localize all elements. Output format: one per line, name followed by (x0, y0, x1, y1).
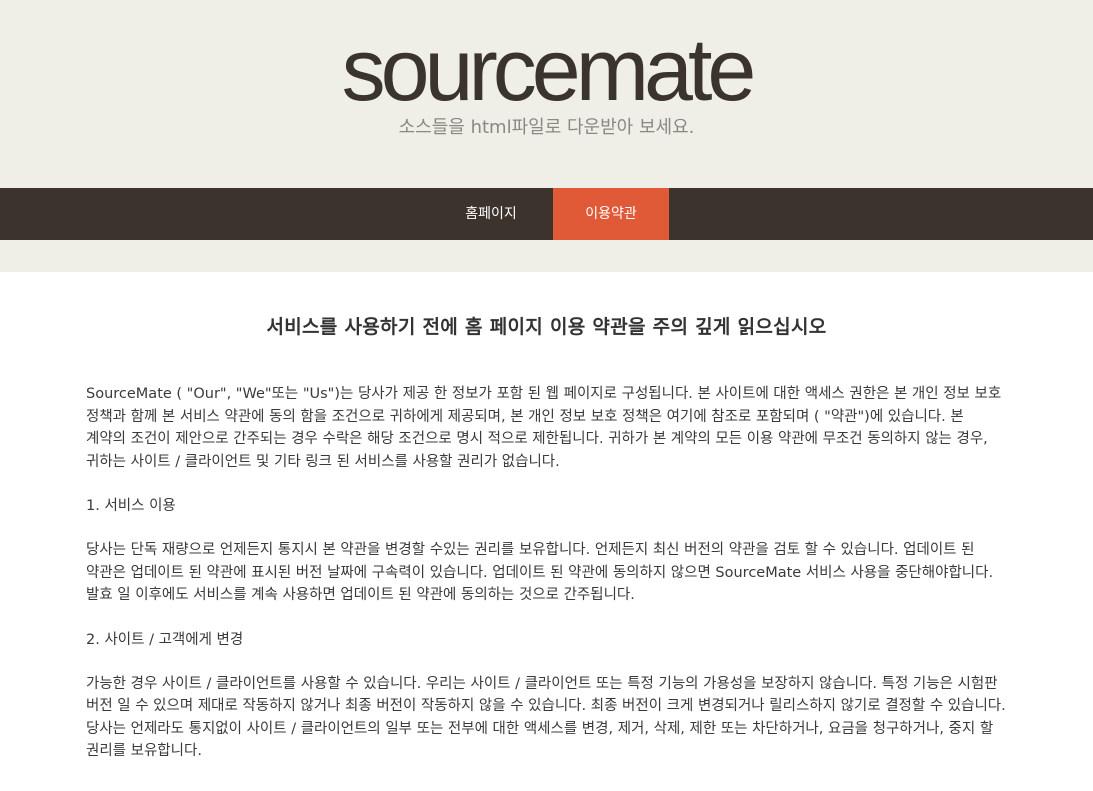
site-header: sourcemate 소스들을 html파일로 다운받아 보세요. (0, 0, 1093, 188)
site-logo[interactable]: sourcemate (0, 20, 1093, 120)
nav-home-link[interactable]: 홈페이지 (441, 188, 541, 240)
page-title: 서비스를 사용하기 전에 홈 페이지 이용 약관을 주의 깊게 읽으십시오 (266, 316, 827, 338)
section-2-heading: 2. 사이트 / 고객에게 변경 (86, 631, 244, 648)
nav-terms-link-active[interactable]: 이용약관 (553, 188, 669, 240)
section-1-heading: 1. 서비스 이용 (86, 498, 176, 514)
section-1-paragraph: 당사는 단독 재량으로 언제든지 통지시 본 약관을 변경할 수있는 권리를 보… (86, 542, 994, 603)
section-2-paragraph: 가능한 경우 사이트 / 클라이언트를 사용할 수 있습니다. 우리는 사이트 … (86, 675, 1006, 760)
terms-content: 서비스를 사용하기 전에 홈 페이지 이용 약관을 주의 깊게 읽으십시오 So… (0, 272, 1093, 763)
main-nav: 홈페이지 이용약관 (0, 188, 1093, 240)
site-tagline: 소스들을 html파일로 다운받아 보세요. (398, 117, 695, 138)
nav-spacer-band (0, 240, 1093, 272)
intro-paragraph: SourceMate ( "Our", "We"또는 "Us")는 당사가 제공… (86, 386, 1002, 470)
